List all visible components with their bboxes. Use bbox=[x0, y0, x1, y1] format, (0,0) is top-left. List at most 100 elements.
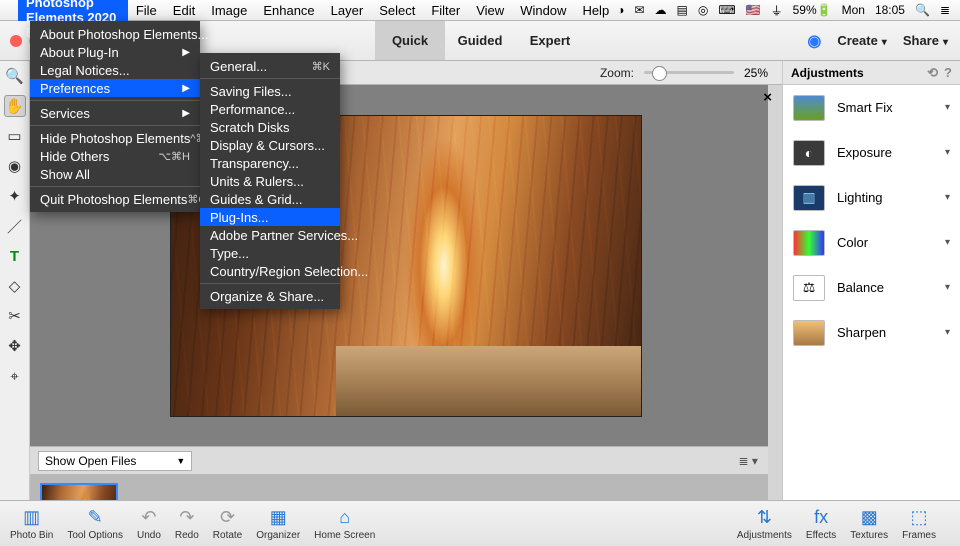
menu-item[interactable]: Guides & Grid... bbox=[200, 190, 340, 208]
help-icon[interactable]: ? bbox=[944, 65, 952, 81]
bottom-adjustments[interactable]: ⇅Adjustments bbox=[737, 506, 792, 541]
clock-time: 18:05 bbox=[875, 3, 905, 17]
vertical-scrollbar[interactable] bbox=[768, 85, 782, 546]
menu-enhance[interactable]: Enhance bbox=[255, 0, 322, 21]
bottom-frames[interactable]: ⬚Frames bbox=[902, 506, 936, 541]
close-document-icon[interactable]: × bbox=[763, 89, 772, 106]
tool-heal[interactable]: ◇ bbox=[4, 275, 26, 297]
tool-crop[interactable]: ✂ bbox=[4, 305, 26, 327]
menu-help[interactable]: Help bbox=[574, 0, 617, 21]
menu-item[interactable]: Transparency... bbox=[200, 154, 340, 172]
adjustment-label: Color bbox=[837, 235, 868, 250]
adjustments-title: Adjustments bbox=[791, 66, 864, 80]
menu-filter[interactable]: Filter bbox=[423, 0, 468, 21]
chevron-down-icon: ▾ bbox=[945, 147, 950, 158]
bottom-effects[interactable]: fxEffects bbox=[806, 506, 836, 541]
menu-item[interactable]: Show All bbox=[30, 165, 200, 183]
adjustment-icon: ◐ bbox=[793, 140, 825, 166]
close-icon[interactable] bbox=[10, 35, 22, 47]
tool-zoom[interactable]: 🔍 bbox=[4, 65, 26, 87]
menu-item[interactable]: About Plug-In▶ bbox=[30, 43, 200, 61]
preferences-submenu[interactable]: General...⌘K Saving Files...Performance..… bbox=[200, 53, 340, 309]
adjustment-smart-fix[interactable]: Smart Fix▾ bbox=[783, 85, 960, 130]
bottom-redo[interactable]: ↷Redo bbox=[175, 506, 199, 541]
photo-bin-icon: ▥ bbox=[23, 506, 40, 528]
menu-window[interactable]: Window bbox=[512, 0, 574, 21]
tool-clone[interactable]: ⌖ bbox=[4, 365, 26, 387]
chevron-down-icon: ▾ bbox=[945, 237, 950, 248]
tool-eye[interactable]: ◉ bbox=[4, 155, 26, 177]
bottom-home-screen[interactable]: ⌂Home Screen bbox=[314, 506, 375, 541]
bottom-photo-bin[interactable]: ▥Photo Bin bbox=[10, 506, 53, 541]
share-button[interactable]: Share bbox=[903, 33, 948, 48]
menu-item[interactable]: Adobe Partner Services... bbox=[200, 226, 340, 244]
frames-icon: ⬚ bbox=[911, 506, 928, 528]
menu-item[interactable]: Plug-Ins... bbox=[200, 208, 340, 226]
show-open-files-select[interactable]: Show Open Files▼ bbox=[38, 451, 192, 471]
tab-expert[interactable]: Expert bbox=[515, 21, 585, 60]
menu-item[interactable]: Hide Photoshop Elements^⌘H bbox=[30, 129, 200, 147]
bottom-textures[interactable]: ▩Textures bbox=[850, 506, 888, 541]
adjustment-color[interactable]: Color ▾ bbox=[783, 220, 960, 265]
menu-item[interactable]: Type... bbox=[200, 244, 340, 262]
adjustment-icon: ⚖ bbox=[793, 275, 825, 301]
bottom-tool-options[interactable]: ✎Tool Options bbox=[67, 506, 123, 541]
menu-layer[interactable]: Layer bbox=[323, 0, 372, 21]
tab-guided[interactable]: Guided bbox=[445, 21, 515, 60]
chevron-down-icon: ▾ bbox=[945, 327, 950, 338]
adjustment-sharpen[interactable]: Sharpen ▾ bbox=[783, 310, 960, 355]
bottom-rotate[interactable]: ⟳Rotate bbox=[213, 506, 242, 541]
tool-brush[interactable]: ／ bbox=[4, 215, 26, 237]
adjustment-icon bbox=[793, 95, 825, 121]
menu-view[interactable]: View bbox=[468, 0, 512, 21]
menu-item[interactable]: Units & Rulers... bbox=[200, 172, 340, 190]
menu-item[interactable]: General...⌘K bbox=[200, 57, 340, 75]
wifi-icon: ⏚ bbox=[771, 2, 783, 19]
bottom-organizer[interactable]: ▦Organizer bbox=[256, 506, 300, 541]
siri-icon[interactable]: ≣ bbox=[940, 3, 950, 17]
tab-quick[interactable]: Quick bbox=[375, 21, 445, 60]
menu-item[interactable]: Services▶ bbox=[30, 104, 200, 122]
menu-item[interactable]: Organize & Share... bbox=[200, 287, 340, 305]
chevron-down-icon: ▾ bbox=[945, 282, 950, 293]
status-icon: ✉ bbox=[634, 3, 644, 17]
tool-select[interactable]: ▭ bbox=[4, 125, 26, 147]
menu-item[interactable]: Scratch Disks bbox=[200, 118, 340, 136]
menu-item[interactable]: Quit Photoshop Elements⌘Q bbox=[30, 190, 200, 208]
tool-type[interactable]: T bbox=[4, 245, 26, 267]
adjustment-balance[interactable]: ⚖Balance▾ bbox=[783, 265, 960, 310]
notifications-icon[interactable]: ◉ bbox=[807, 31, 821, 51]
list-view-icon[interactable]: ≣ ▾ bbox=[739, 454, 758, 468]
tool-wand[interactable]: ✦ bbox=[4, 185, 26, 207]
adjustment-icon bbox=[793, 320, 825, 346]
zoom-slider[interactable] bbox=[644, 71, 734, 74]
menu-item[interactable]: Saving Files... bbox=[200, 82, 340, 100]
menu-item[interactable]: Country/Region Selection... bbox=[200, 262, 340, 280]
spotlight-icon[interactable]: 🔍 bbox=[915, 3, 930, 17]
chevron-down-icon: ▾ bbox=[945, 192, 950, 203]
adjustment-exposure[interactable]: ◐Exposure▾ bbox=[783, 130, 960, 175]
menu-item[interactable]: Hide Others⌥⌘H bbox=[30, 147, 200, 165]
menu-edit[interactable]: Edit bbox=[165, 0, 203, 21]
menu-file[interactable]: File bbox=[128, 0, 165, 21]
textures-icon: ▩ bbox=[861, 506, 878, 528]
menu-item[interactable]: About Photoshop Elements... bbox=[30, 25, 200, 43]
menu-select[interactable]: Select bbox=[371, 0, 423, 21]
tool-move[interactable]: ✥ bbox=[4, 335, 26, 357]
adjustment-label: Sharpen bbox=[837, 325, 886, 340]
bottom-undo[interactable]: ↶Undo bbox=[137, 506, 161, 541]
create-button[interactable]: Create bbox=[837, 33, 887, 48]
app-menu-title[interactable]: Adobe Photoshop Elements 2020 Editor bbox=[18, 0, 128, 21]
menu-item[interactable]: Legal Notices... bbox=[30, 61, 200, 79]
tool-hand[interactable]: ✋ bbox=[4, 95, 26, 117]
left-toolbar: 🔍 ✋ ▭ ◉ ✦ ／ T ◇ ✂ ✥ ⌖ bbox=[0, 61, 30, 546]
menu-item[interactable]: Preferences▶ bbox=[30, 79, 200, 97]
app-menu-dropdown[interactable]: About Photoshop Elements...About Plug-In… bbox=[30, 21, 200, 212]
menu-item[interactable]: Display & Cursors... bbox=[200, 136, 340, 154]
menu-item[interactable]: Performance... bbox=[200, 100, 340, 118]
reset-icon[interactable]: ⟲ bbox=[927, 65, 938, 81]
rotate-icon: ⟳ bbox=[220, 506, 235, 528]
adjustment-lighting[interactable]: ▥Lighting▾ bbox=[783, 175, 960, 220]
clock-day: Mon bbox=[842, 3, 865, 17]
menu-image[interactable]: Image bbox=[203, 0, 255, 21]
